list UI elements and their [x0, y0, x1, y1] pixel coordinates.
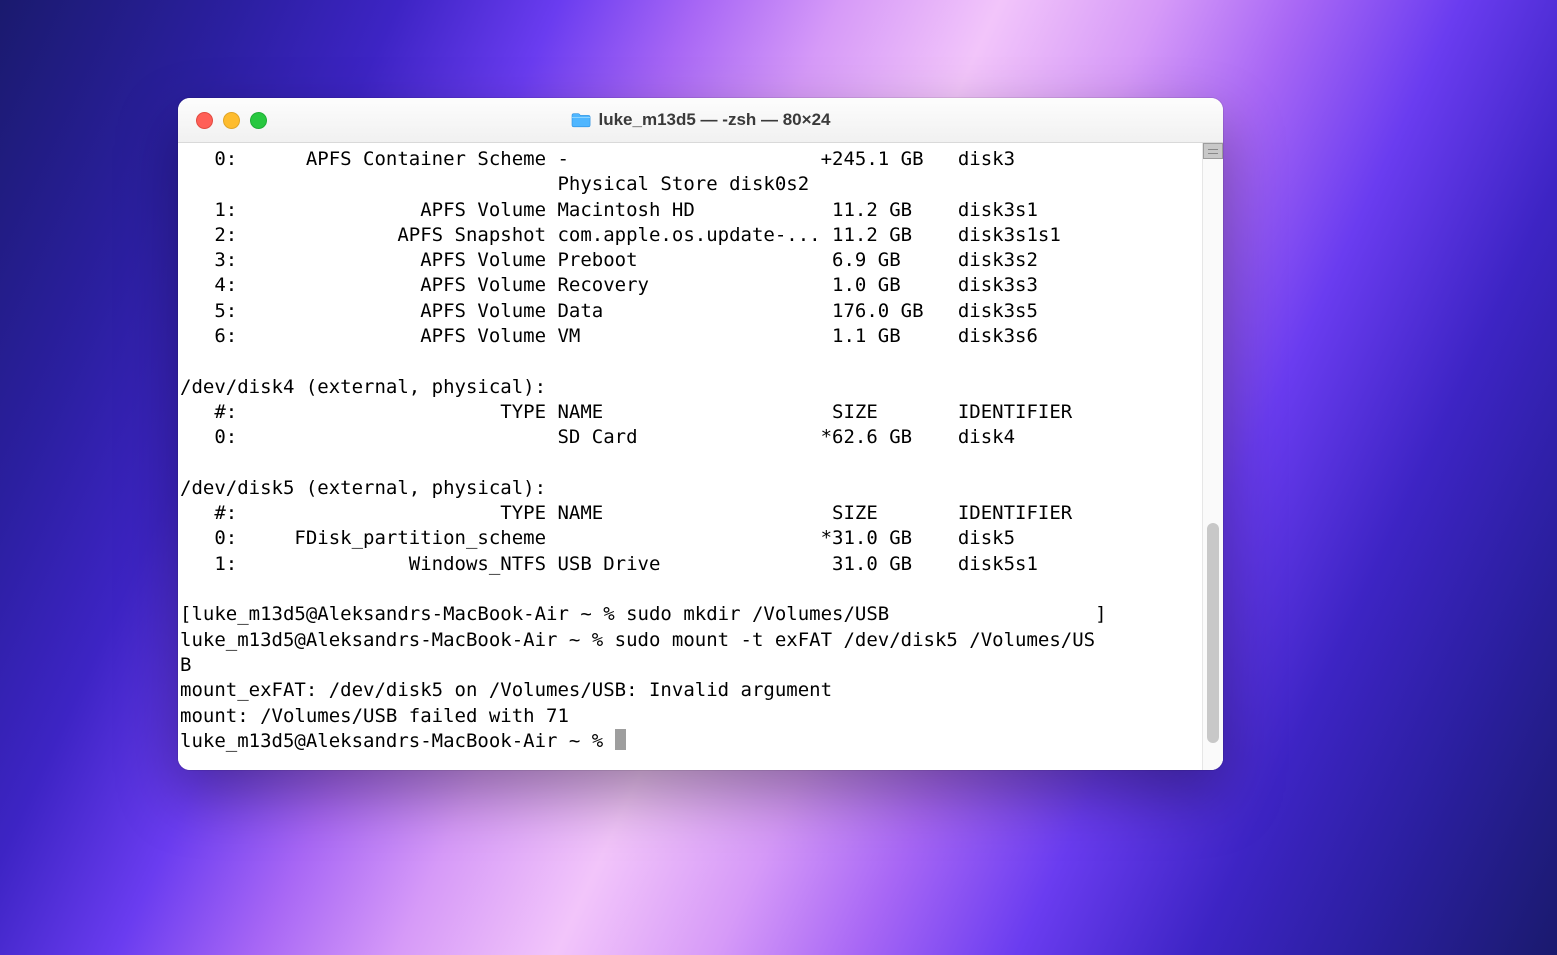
cursor [615, 729, 626, 750]
scroll-marker-icon[interactable] [1203, 143, 1223, 159]
scroll-thumb[interactable] [1207, 523, 1219, 743]
zoom-button[interactable] [250, 112, 267, 129]
terminal-body[interactable]: 0: APFS Container Scheme - +245.1 GB dis… [178, 143, 1223, 770]
titlebar: luke_m13d5 — -zsh — 80×24 [178, 98, 1223, 143]
window-title: luke_m13d5 — -zsh — 80×24 [178, 110, 1223, 130]
folder-icon [571, 112, 591, 128]
traffic-lights [196, 112, 267, 129]
close-button[interactable] [196, 112, 213, 129]
scrollbar[interactable] [1202, 143, 1223, 770]
window-title-text: luke_m13d5 — -zsh — 80×24 [599, 110, 831, 130]
minimize-button[interactable] [223, 112, 240, 129]
terminal-window: luke_m13d5 — -zsh — 80×24 0: APFS Contai… [178, 98, 1223, 770]
terminal-output[interactable]: 0: APFS Container Scheme - +245.1 GB dis… [178, 143, 1202, 770]
